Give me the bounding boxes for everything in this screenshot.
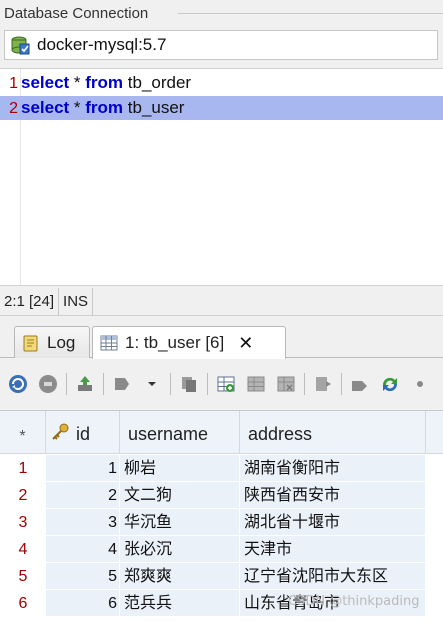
toolbar-separator — [304, 373, 305, 395]
toolbar-separator — [207, 373, 208, 395]
connection-name: docker-mysql:5.7 — [37, 35, 167, 54]
cell-id[interactable]: 4 — [46, 536, 120, 563]
section-title: Database Connection — [4, 5, 149, 22]
toolbar-separator — [341, 373, 342, 395]
column-header-id[interactable]: id — [66, 411, 120, 453]
more-icon[interactable] — [408, 372, 432, 396]
keyword-from: from — [85, 98, 124, 117]
sync-icon[interactable] — [378, 372, 402, 396]
line-number: 1 — [9, 75, 18, 92]
toolbar-separator — [170, 373, 171, 395]
log-icon — [21, 333, 41, 353]
result-toolbar — [0, 364, 443, 404]
tab-log-label: Log — [47, 332, 76, 352]
tab-tb-user-label: 1: tb_user [6] — [125, 333, 225, 352]
cell-address[interactable]: 天津市 — [240, 536, 426, 563]
add-row-icon[interactable] — [214, 372, 238, 396]
grid-icon — [99, 333, 119, 353]
code-line-1[interactable]: 1 select * from tb_order — [0, 71, 443, 95]
save-data-icon[interactable] — [311, 372, 335, 396]
cell-address[interactable]: 陕西省西安市 — [240, 482, 426, 509]
code-line-2[interactable]: 2 select * from tb_user — [0, 96, 443, 120]
row-number[interactable]: 4 — [0, 536, 46, 563]
keyword-select: select — [21, 98, 70, 117]
cell-id[interactable]: 6 — [46, 590, 120, 617]
close-icon[interactable]: ✕ — [238, 333, 253, 354]
result-grid[interactable]: * id username address 1 1 柳岩 湖南省衡阳市 2 2 … — [0, 410, 443, 624]
cell-username[interactable]: 张必沉 — [120, 536, 240, 563]
grid-corner[interactable]: * — [0, 411, 46, 453]
cell-username[interactable]: 柳岩 — [120, 455, 240, 482]
cell-id[interactable]: 2 — [46, 482, 120, 509]
result-tabs: Log 1: tb_user [6] ✕ — [0, 322, 443, 359]
chevron-down-icon[interactable] — [140, 372, 164, 396]
star: * — [69, 73, 86, 92]
table-row[interactable]: 4 4 张必沉 天津市 — [0, 536, 443, 563]
section-divider — [178, 13, 443, 14]
cell-username[interactable]: 郑爽爽 — [120, 563, 240, 590]
grid-header: * id username address — [0, 411, 443, 454]
cell-username[interactable]: 文二狗 — [120, 482, 240, 509]
copy-icon[interactable] — [177, 372, 201, 396]
export-icon[interactable] — [73, 372, 97, 396]
row-number[interactable]: 5 — [0, 563, 46, 590]
cell-username[interactable]: 华沉鱼 — [120, 509, 240, 536]
editor-status-bar: 2:1 [24] INS — [0, 287, 443, 316]
table-row[interactable]: 1 1 柳岩 湖南省衡阳市 — [0, 455, 443, 482]
toolbar-separator — [66, 373, 67, 395]
watermark: CSDN @thinkpading — [288, 594, 420, 609]
column-header-username[interactable]: username — [120, 411, 240, 453]
cursor-position: 2:1 [24] — [0, 287, 60, 316]
duplicate-row-icon[interactable] — [244, 372, 268, 396]
refresh-icon[interactable] — [6, 372, 30, 396]
database-icon — [9, 34, 31, 56]
cell-id[interactable]: 3 — [46, 509, 120, 536]
row-number[interactable]: 6 — [0, 590, 46, 617]
cell-address[interactable]: 湖北省十堰市 — [240, 509, 426, 536]
tab-tb-user[interactable]: 1: tb_user [6] ✕ — [92, 326, 286, 359]
line-number: 2 — [9, 100, 18, 117]
table-row[interactable]: 5 5 郑爽爽 辽宁省沈阳市大东区 — [0, 563, 443, 590]
keyword-from: from — [85, 73, 124, 92]
insert-mode: INS — [59, 287, 94, 316]
table-row[interactable]: 3 3 华沉鱼 湖北省十堰市 — [0, 509, 443, 536]
cell-id[interactable]: 1 — [46, 455, 120, 482]
toolbar-separator — [103, 373, 104, 395]
connection-selector[interactable]: docker-mysql:5.7 — [4, 30, 438, 60]
sql-editor[interactable]: 1 select * from tb_order 2 select * from t… — [0, 68, 443, 286]
next-page-icon[interactable] — [348, 372, 372, 396]
stop-icon[interactable] — [36, 372, 60, 396]
column-header-address[interactable]: address — [240, 411, 426, 453]
tab-log[interactable]: Log — [14, 326, 90, 358]
star: * — [69, 98, 86, 117]
keyword-select: select — [21, 73, 70, 92]
table-name: tb_order — [123, 73, 192, 92]
row-number[interactable]: 3 — [0, 509, 46, 536]
cell-address[interactable]: 湖南省衡阳市 — [240, 455, 426, 482]
cell-address[interactable]: 辽宁省沈阳市大东区 — [240, 563, 426, 590]
delete-row-icon[interactable] — [274, 372, 298, 396]
cell-id[interactable]: 5 — [46, 563, 120, 590]
cell-username[interactable]: 范兵兵 — [120, 590, 240, 617]
table-row[interactable]: 2 2 文二狗 陕西省西安市 — [0, 482, 443, 509]
filter-icon[interactable] — [110, 372, 134, 396]
table-name: tb_user — [123, 98, 185, 117]
row-number[interactable]: 1 — [0, 455, 46, 482]
row-number[interactable]: 2 — [0, 482, 46, 509]
